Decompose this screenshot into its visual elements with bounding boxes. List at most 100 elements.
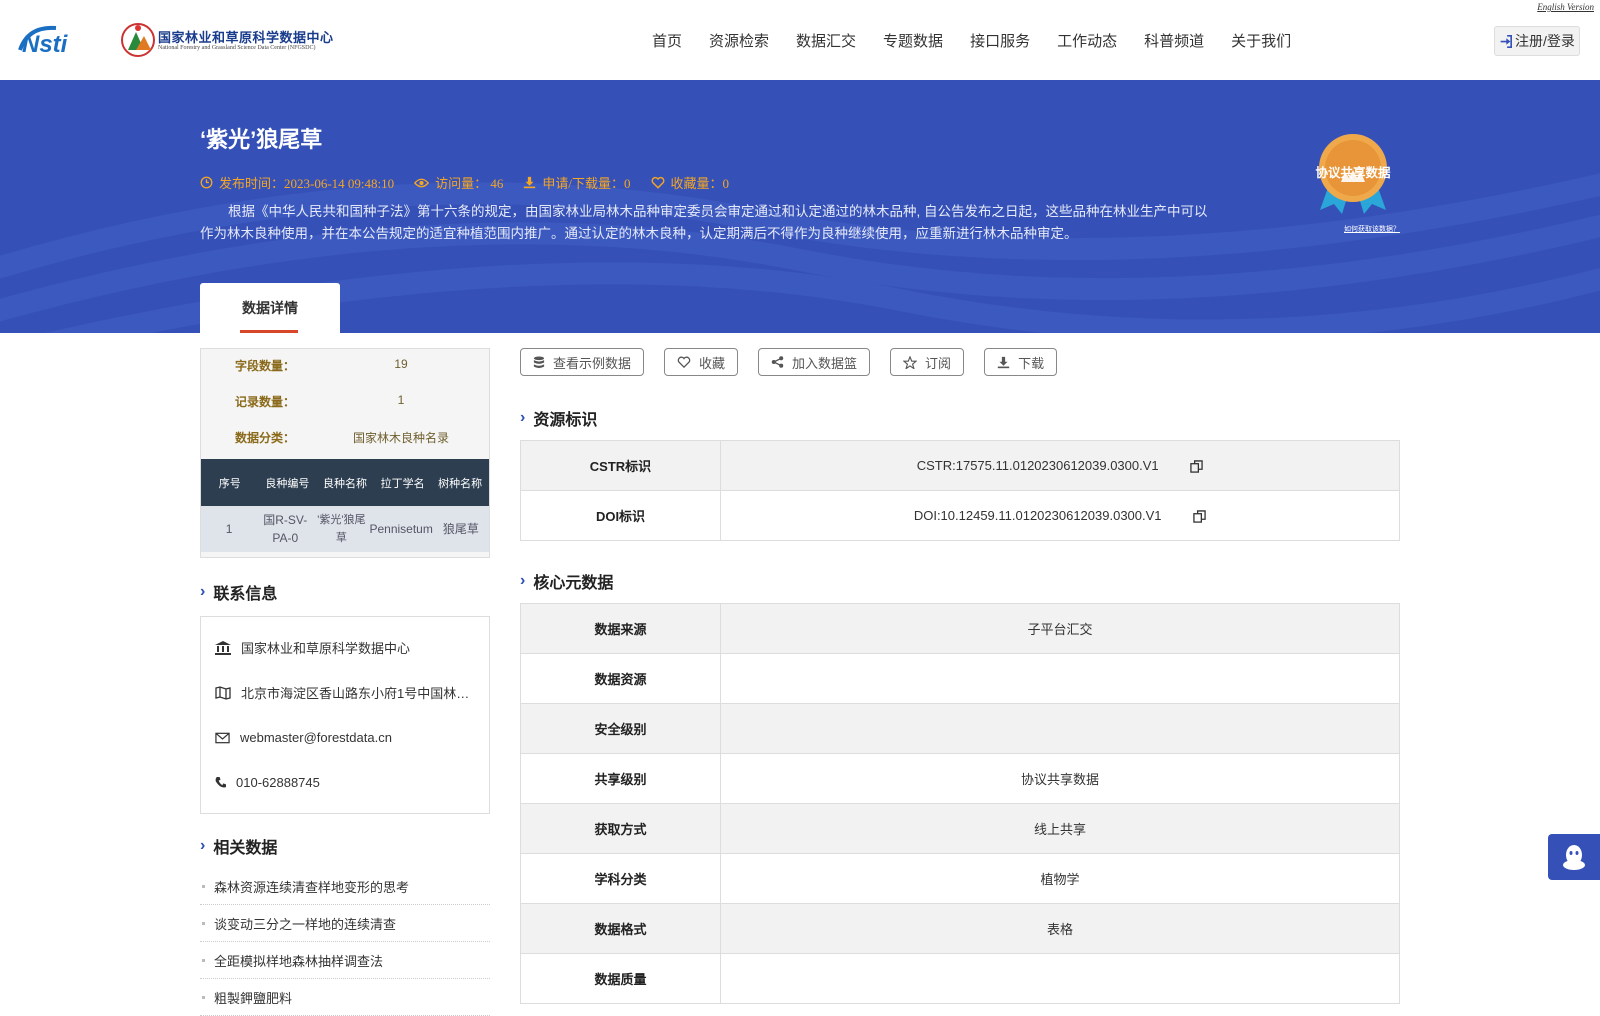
col-header-latin-name: 拉丁学名 <box>380 477 425 490</box>
list-item[interactable]: 全距模拟样地森林抽样调查法 <box>200 942 490 979</box>
dataset-description: 根据《中华人民共和国种子法》第十六条的规定，由国家林业局林木品种审定委员会审定通… <box>200 204 1208 241</box>
resource-id-table: CSTR标识 CSTR:17575.11.0120230612039.0300.… <box>520 440 1400 541</box>
favorite-count: 收藏量：0 <box>651 173 729 192</box>
nfgsdc-logo-icon[interactable] <box>118 22 158 58</box>
logo-text-cn: 国家林业和草原科学数据中心 <box>158 30 334 45</box>
contact-panel: 国家林业和草原科学数据中心 北京市海淀区香山路东小府1号中国林业科学研究院 we… <box>200 616 490 814</box>
related-data-list: 森林资源连续清查样地变形的思考 谈变动三分之一样地的连续清查 全距模拟样地森林抽… <box>200 868 490 1016</box>
nav-api-service[interactable]: 接口服务 <box>970 30 1030 51</box>
core-metadata-table: 数据来源 子平台汇交 数据资源 安全级别 共享级别 协议共享数据 获取方式 线上共享 … <box>520 603 1400 1004</box>
subscribe-button[interactable]: 订阅 <box>890 348 965 376</box>
core-metadata-section-title: › 核心元数据 <box>520 572 614 592</box>
contact-phone: 010-62888745 <box>215 760 475 805</box>
eye-icon <box>414 178 430 187</box>
dataset-title: ‘紫光’狼尾草 <box>200 127 323 152</box>
publish-time: 发布时间：2023-06-14 09:48:10 <box>200 173 394 192</box>
view-sample-data-button[interactable]: 查看示例数据 <box>520 348 645 376</box>
table-row: 获取方式 线上共享 <box>520 803 1400 854</box>
nav-data-submission[interactable]: 数据汇交 <box>796 30 856 51</box>
col-header-species-name: 树种名称 <box>438 477 483 490</box>
col-header-variety-name: 良种名称 <box>322 477 367 490</box>
doi-value-cell: DOI:10.12459.11.0120230612039.0300.V1 <box>720 490 1400 541</box>
map-icon <box>215 685 231 700</box>
nsti-logo[interactable]: Nsti <box>18 22 98 56</box>
badge-text: 协议共享数据 <box>1315 166 1391 180</box>
clock-icon <box>200 176 213 189</box>
chevron-right-icon: › <box>520 409 526 426</box>
add-to-basket-button[interactable]: 加入数据篮 <box>758 348 871 376</box>
nav-work-news[interactable]: 工作动态 <box>1057 30 1117 51</box>
contact-email[interactable]: webmaster@forestdata.cn <box>215 715 475 760</box>
star-icon <box>903 355 918 369</box>
doi-value: DOI:10.12459.11.0120230612039.0300.V1 <box>913 507 1162 523</box>
institution-icon <box>215 640 231 655</box>
heart-icon <box>651 176 664 189</box>
field-count-row: 字段数量： 19 <box>235 357 408 373</box>
visit-count: 访问量： 46 <box>414 173 503 192</box>
cstr-value: CSTR:17575.11.0120230612039.0300.V1 <box>916 457 1159 473</box>
login-button[interactable]: 注册/登录 <box>1494 26 1580 56</box>
contact-section-title: › 联系信息 <box>200 583 278 603</box>
nav-science-channel[interactable]: 科普频道 <box>1144 30 1204 51</box>
dataset-meta: 发布时间：2023-06-14 09:48:10 访问量： 46 申请/下载量：… <box>200 173 749 192</box>
favorite-button[interactable]: 收藏 <box>664 348 739 376</box>
doi-label: DOI标识 <box>520 490 721 541</box>
share-icon <box>771 356 784 368</box>
contact-address: 北京市海淀区香山路东小府1号中国林业科学研究院 <box>215 670 475 715</box>
table-row: 数据资源 <box>520 653 1400 704</box>
chevron-right-icon: › <box>200 837 206 854</box>
col-header-index: 序号 <box>218 477 241 490</box>
copy-icon[interactable] <box>1193 510 1206 523</box>
heart-icon <box>677 356 691 368</box>
nav-resource-search[interactable]: 资源检索 <box>709 30 769 51</box>
table-row: 安全级别 <box>520 703 1400 754</box>
english-version-link[interactable]: English Version <box>1537 2 1594 12</box>
database-icon <box>533 355 545 368</box>
login-label: 注册/登录 <box>1515 33 1575 49</box>
table-row: 学科分类 植物学 <box>520 853 1400 904</box>
download-icon <box>524 176 536 189</box>
list-item[interactable]: 粗製鉀鹽肥料 <box>200 979 490 1016</box>
dataset-banner: ‘紫光’狼尾草 发布时间：2023-06-14 09:48:10 访问量： 46… <box>0 80 1600 333</box>
right-column: 查看示例数据 收藏 加入数据篮 订阅 下载 › 资源标识 CSTR标识 CSTR… <box>520 348 1400 1004</box>
nav-topic-data[interactable]: 专题数据 <box>883 30 943 51</box>
table-row: 1 国R-SV-PA-0 '紫光'狼尾草 Pennisetum 狼尾草 <box>201 506 489 552</box>
chevron-right-icon: › <box>200 583 206 600</box>
list-item[interactable]: 谈变动三分之一样地的连续清查 <box>200 905 490 942</box>
table-row: 数据质量 <box>520 953 1400 1004</box>
data-category-row: 数据分类： 国家林木良种名录 <box>235 431 449 445</box>
site-header: English Version Nsti 国家林业和草原科学数据中心 Natio… <box>0 0 1600 80</box>
cstr-value-cell: CSTR:17575.11.0120230612039.0300.V1 <box>720 440 1400 491</box>
action-bar: 查看示例数据 收藏 加入数据篮 订阅 下载 <box>520 348 1400 376</box>
nav-about-us[interactable]: 关于我们 <box>1231 30 1291 51</box>
tab-data-details[interactable]: 数据详情 <box>200 283 340 333</box>
chevron-right-icon: › <box>520 572 526 589</box>
table-row: DOI标识 DOI:10.12459.11.0120230612039.0300… <box>520 490 1400 541</box>
col-header-variety-code: 良种编号 <box>265 477 310 490</box>
qq-chat-button[interactable] <box>1548 834 1600 880</box>
list-item[interactable]: 森林资源连续清查样地变形的思考 <box>200 868 490 905</box>
nav-home[interactable]: 首页 <box>652 30 682 51</box>
qq-penguin-icon <box>1563 845 1585 870</box>
phone-icon <box>215 777 226 788</box>
table-row: 数据来源 子平台汇交 <box>520 603 1400 654</box>
download-count: 申请/下载量：0 <box>523 173 631 192</box>
table-row: CSTR标识 CSTR:17575.11.0120230612039.0300.… <box>520 440 1400 491</box>
how-to-get-data-link[interactable]: 如何获取该数据？ <box>1344 224 1400 234</box>
copy-icon[interactable] <box>1190 460 1203 473</box>
download-icon <box>997 356 1010 368</box>
left-column: 字段数量： 19 记录数量： 1 数据分类： 国家林木良种名录 序号 良种编号 … <box>200 348 490 1016</box>
data-summary-panel: 字段数量： 19 记录数量： 1 数据分类： 国家林木良种名录 序号 良种编号 … <box>200 348 490 558</box>
download-button[interactable]: 下载 <box>984 348 1058 376</box>
sign-in-icon <box>1500 34 1513 48</box>
svg-text:Nsti: Nsti <box>22 31 69 56</box>
table-row: 共享级别 协议共享数据 <box>520 753 1400 804</box>
main-nav: 首页 资源检索 数据汇交 专题数据 接口服务 工作动态 科普频道 关于我们 <box>652 30 1318 51</box>
table-row: 数据格式 表格 <box>520 903 1400 954</box>
related-section-title: › 相关数据 <box>200 837 278 857</box>
record-count-row: 记录数量： 1 <box>235 393 405 409</box>
sample-table-header: 序号 良种编号 良种名称 拉丁学名 树种名称 <box>201 459 489 506</box>
envelope-icon <box>215 732 230 743</box>
logo-text-en: National Forestry and Grassland Science … <box>158 45 316 51</box>
cstr-label: CSTR标识 <box>520 440 721 491</box>
